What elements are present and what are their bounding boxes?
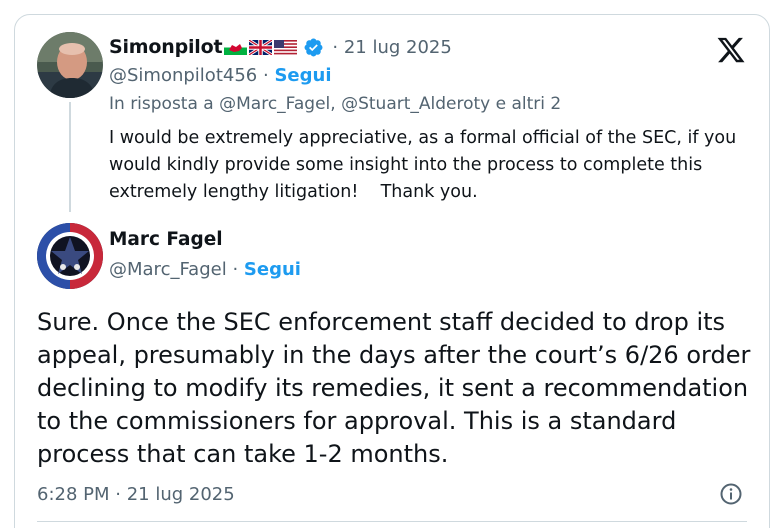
parent-tweet-text: I would be extremely appreciative, as a … (109, 128, 742, 202)
reply-to-context[interactable]: In risposta a @Marc_Fagel, @Stuart_Alder… (109, 94, 561, 114)
follow-button[interactable]: Segui (274, 65, 331, 86)
thread-connector-line (69, 102, 71, 212)
display-name[interactable]: Marc Fagel (109, 229, 223, 250)
separator-dot: · (232, 259, 239, 280)
tweet-timestamp[interactable]: 6:28 PM · 21 lug 2025 (37, 484, 235, 505)
follow-button[interactable]: Segui (244, 259, 301, 280)
parent-author-row: Simonpilot · 21 lug 2025 (109, 34, 452, 60)
main-tweet-text: Sure. Once the SEC enforcement staff dec… (37, 308, 751, 468)
verified-badge-icon (304, 38, 323, 56)
wales-flag-icon (224, 39, 248, 55)
uk-flag-icon (249, 39, 273, 55)
avatar[interactable] (37, 223, 103, 289)
info-icon[interactable] (719, 482, 743, 506)
x-logo-icon[interactable] (715, 35, 747, 65)
parent-handle-row: @Simonpilot456 · Segui (109, 65, 332, 86)
divider (37, 521, 747, 522)
display-name[interactable]: Simonpilot (109, 36, 223, 58)
user-handle[interactable]: @Marc_Fagel (109, 259, 227, 280)
us-flag-icon (274, 39, 298, 55)
avatar[interactable] (37, 32, 103, 98)
separator-dot: · (262, 65, 269, 86)
main-handle-row: @Marc_Fagel · Segui (109, 259, 301, 280)
user-handle[interactable]: @Simonpilot456 (109, 65, 257, 86)
tweet-date[interactable]: · 21 lug 2025 (332, 37, 451, 58)
